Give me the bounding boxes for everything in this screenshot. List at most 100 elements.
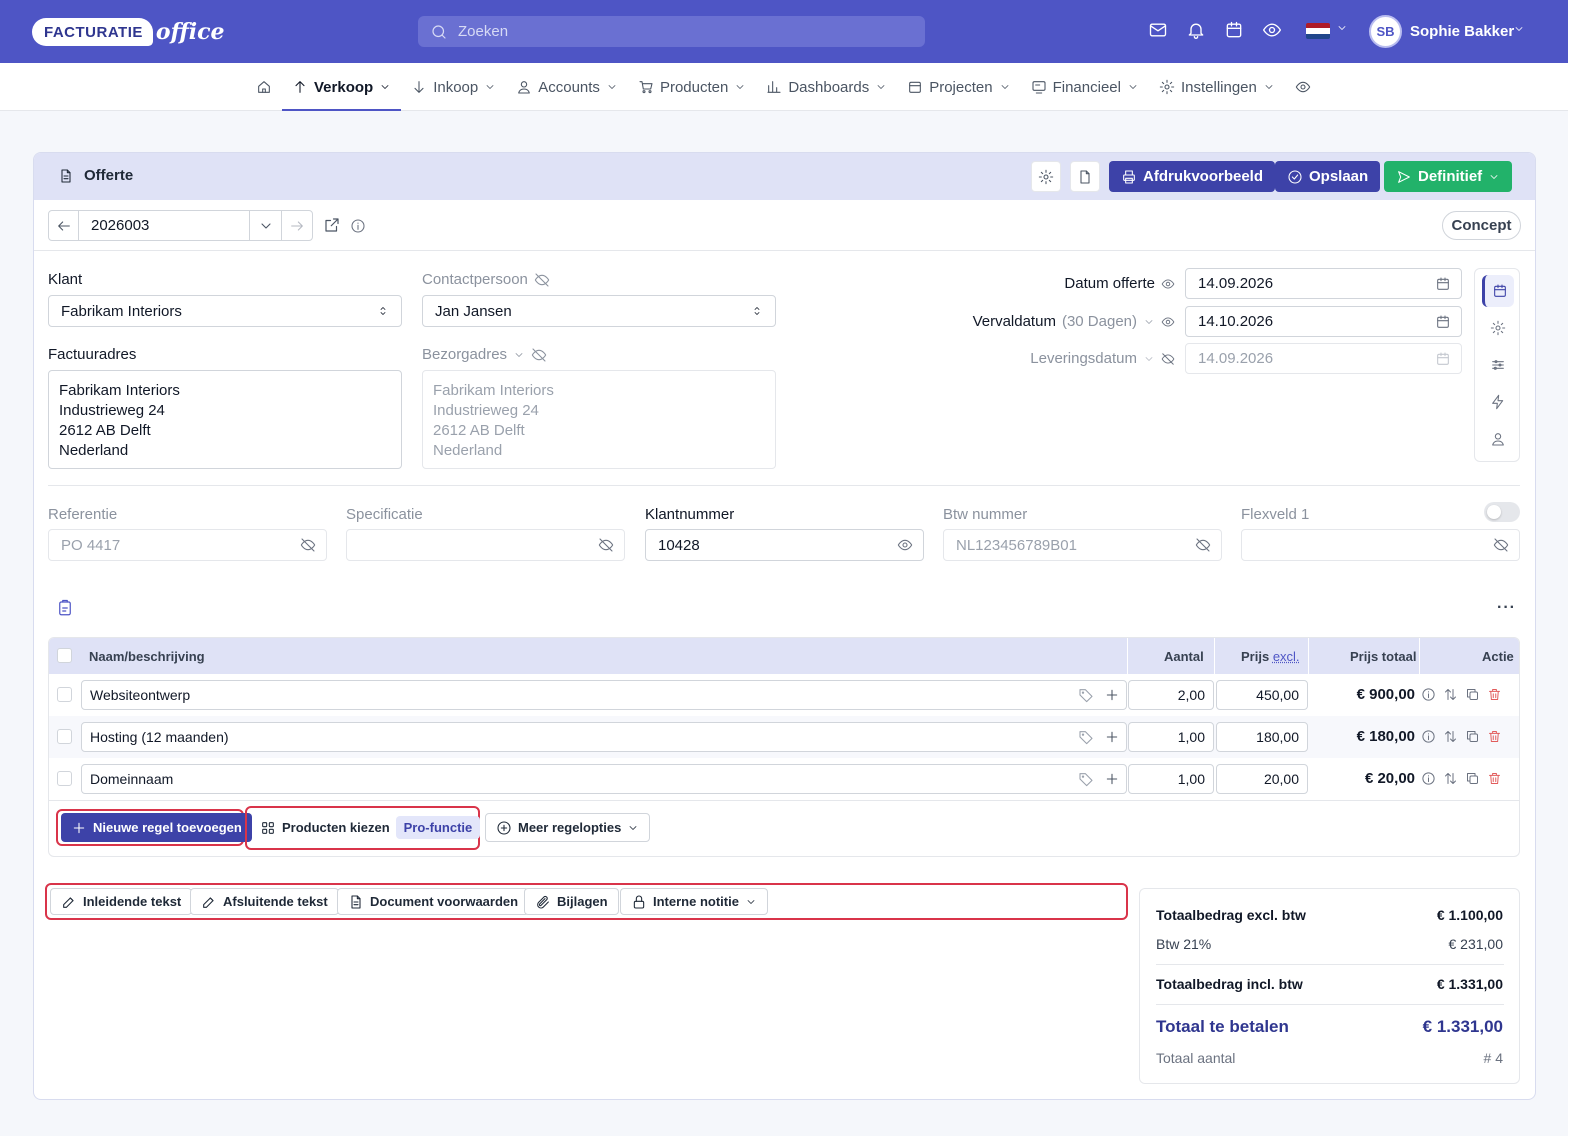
row-qty-input[interactable]: 1,00 [1128,722,1214,752]
nav-accounts[interactable]: Accounts [506,63,628,111]
side-calendar-tab[interactable] [1482,275,1514,307]
contact-select[interactable]: Jan Jansen [422,295,776,327]
eye-off-icon[interactable] [531,347,547,363]
closing-text-button[interactable]: Afsluitende tekst [190,888,339,915]
chevron-down-icon[interactable] [1513,23,1525,35]
row-name-input[interactable]: Hosting (12 maanden) [81,722,1127,752]
bezorgadres-field[interactable]: Fabrikam Interiors Industrieweg 24 2612 … [422,370,776,469]
side-settings-tab[interactable] [1482,312,1514,344]
sort-icon[interactable] [1443,729,1458,744]
trash-icon[interactable] [1487,687,1502,702]
col-price-suffix[interactable]: excl. [1273,649,1300,664]
row-qty-input[interactable]: 1,00 [1128,764,1214,794]
info-icon[interactable] [1421,729,1436,744]
verval-input[interactable]: 14.10.2026 [1185,306,1462,337]
tag-icon[interactable] [1078,687,1094,703]
factuuradres-field[interactable]: Fabrikam Interiors Industrieweg 24 2612 … [48,370,402,469]
plus-icon[interactable] [1104,771,1120,787]
search-input[interactable]: Zoeken [418,16,925,47]
copy-icon[interactable] [1465,687,1480,702]
nav-visibility[interactable] [1285,63,1321,111]
terms-button[interactable]: Document voorwaarden [337,888,530,915]
mail-icon[interactable] [1148,20,1168,40]
info-icon[interactable] [350,218,366,234]
external-link-icon[interactable] [323,216,341,234]
eye-off-icon[interactable] [1493,537,1509,553]
plus-icon[interactable] [1104,687,1120,703]
flag-nl-icon[interactable] [1306,23,1330,39]
logo[interactable]: FACTURATIE office [32,14,225,50]
side-user-tab[interactable] [1482,423,1514,455]
btw-input[interactable]: NL123456789B01 [943,529,1222,561]
nav-dashboards[interactable]: Dashboards [756,63,897,111]
nav-financieel[interactable]: Financieel [1021,63,1149,111]
nav-inkoop[interactable]: Inkoop [401,63,506,111]
row-checkbox[interactable] [57,687,72,702]
eye-off-icon[interactable] [534,272,550,288]
avatar[interactable]: SB [1369,15,1402,48]
save-button[interactable]: Opslaan [1275,161,1381,192]
attachments-button[interactable]: Bijlagen [524,888,619,915]
eye-off-icon[interactable] [1195,537,1211,553]
next-button[interactable] [282,211,312,240]
klantnummer-input[interactable]: 10428 [645,529,924,561]
calendar-icon[interactable] [1435,351,1451,367]
trash-icon[interactable] [1487,771,1502,786]
referentie-input[interactable]: PO 4417 [48,529,327,561]
calendar-icon[interactable] [1224,20,1244,40]
info-icon[interactable] [1421,687,1436,702]
bell-icon[interactable] [1186,20,1206,40]
eye-icon[interactable] [1262,20,1282,40]
chevron-down-icon[interactable] [1143,353,1155,365]
choose-products-button[interactable]: Producten kiezen Pro-functie [250,813,490,842]
row-price-input[interactable]: 180,00 [1216,722,1308,752]
nav-home[interactable] [256,63,282,111]
nav-producten[interactable]: Producten [628,63,756,111]
intro-text-button[interactable]: Inleidende tekst [50,888,193,915]
chevron-down-icon[interactable] [1336,22,1348,34]
specificatie-input[interactable] [346,529,625,561]
eye-icon[interactable] [897,537,913,553]
side-automation-tab[interactable] [1482,386,1514,418]
row-name-input[interactable]: Domeinnaam [81,764,1127,794]
side-sliders-tab[interactable] [1482,349,1514,381]
row-checkbox[interactable] [57,771,72,786]
pdf-button[interactable] [1070,161,1100,192]
copy-icon[interactable] [1465,771,1480,786]
row-checkbox[interactable] [57,729,72,744]
status-badge[interactable]: Concept [1442,211,1521,240]
chevron-down-icon[interactable] [1143,316,1155,328]
nav-projecten[interactable]: Projecten [897,63,1020,111]
sort-icon[interactable] [1443,687,1458,702]
eye-icon[interactable] [1161,315,1175,329]
nav-verkoop[interactable]: Verkoop [282,63,402,111]
calendar-icon[interactable] [1435,276,1451,292]
add-line-button[interactable]: Nieuwe regel toevoegen [61,813,252,842]
row-qty-input[interactable]: 2,00 [1128,680,1214,710]
finalize-button[interactable]: Definitief [1384,161,1513,192]
select-all-checkbox[interactable] [57,648,72,663]
document-number[interactable]: 2026003 [79,211,250,240]
calendar-icon[interactable] [1435,314,1451,330]
settings-button[interactable] [1031,161,1061,192]
eye-off-icon[interactable] [1161,352,1175,366]
number-dropdown[interactable] [250,211,282,240]
clipboard-icon[interactable] [56,599,74,617]
levering-input[interactable]: 14.09.2026 [1185,343,1462,374]
klant-select[interactable]: Fabrikam Interiors [48,295,402,327]
print-preview-button[interactable]: Afdrukvoorbeeld [1109,161,1276,192]
row-price-input[interactable]: 450,00 [1216,680,1308,710]
eye-off-icon[interactable] [598,537,614,553]
eye-icon[interactable] [1161,277,1175,291]
flex-input[interactable] [1241,529,1520,561]
tag-icon[interactable] [1078,729,1094,745]
chevron-down-icon[interactable] [513,349,525,361]
eye-off-icon[interactable] [300,537,316,553]
info-icon[interactable] [1421,771,1436,786]
datum-input[interactable]: 14.09.2026 [1185,268,1462,299]
nav-instellingen[interactable]: Instellingen [1149,63,1285,111]
more-icon[interactable]: ··· [1497,599,1516,617]
plus-icon[interactable] [1104,729,1120,745]
prev-button[interactable] [49,211,79,240]
row-name-input[interactable]: Websiteontwerp [81,680,1127,710]
